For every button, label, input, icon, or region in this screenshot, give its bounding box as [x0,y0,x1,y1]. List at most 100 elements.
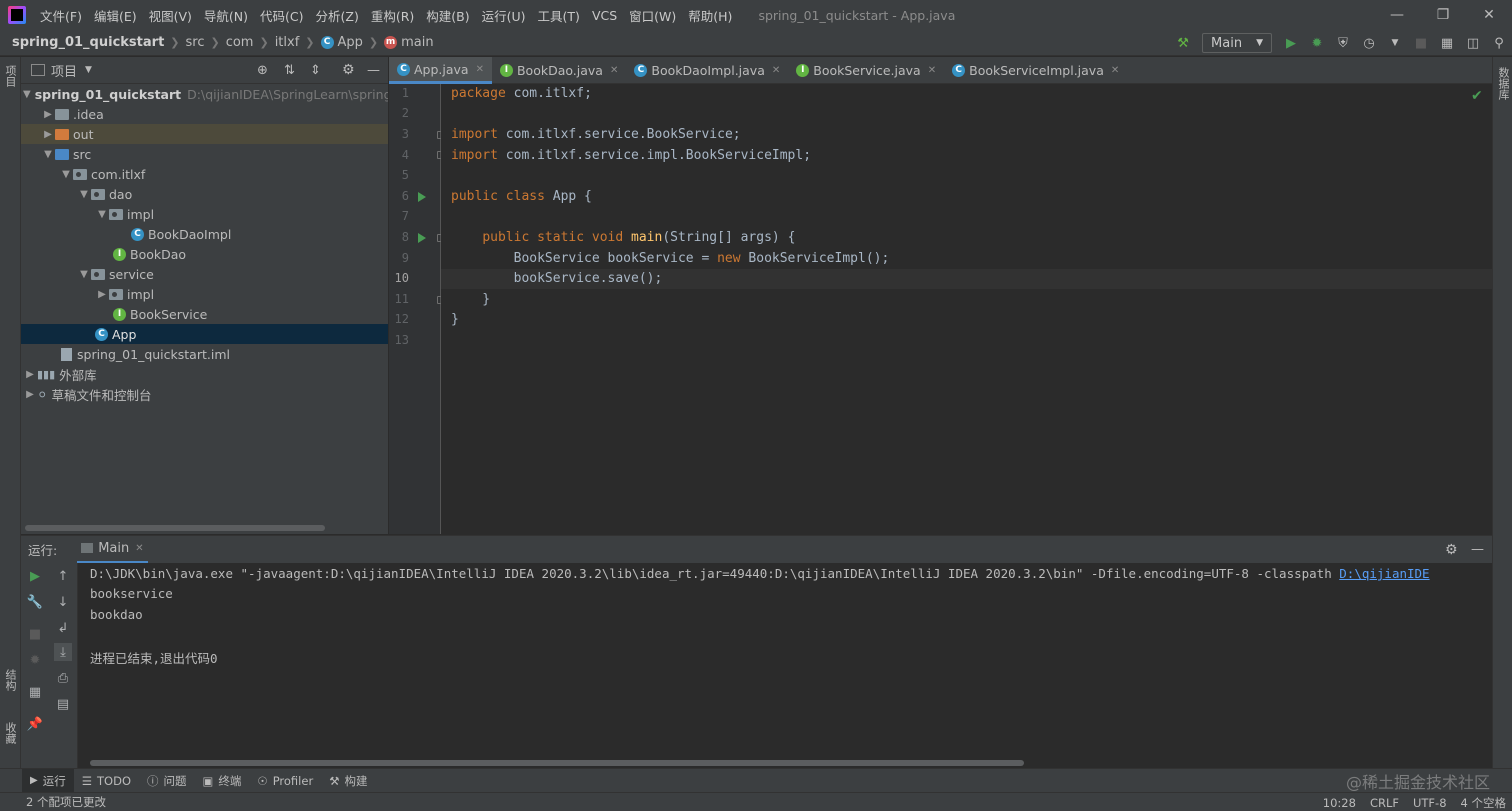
console-output[interactable]: D:\JDK\bin\java.exe "-javaagent:D:\qijia… [78,563,1492,768]
minimize-icon[interactable]: — [1374,0,1420,30]
scroll-to-end-icon[interactable]: ⤓ [54,643,72,661]
breadcrumb-itlxf[interactable]: itlxf [275,35,300,50]
print-icon[interactable]: ⎙ [54,669,72,687]
inspection-ok-icon[interactable]: ✔ [1471,88,1483,104]
breadcrumb-main[interactable]: m main [384,35,434,50]
wrench-icon[interactable]: 🔧 [26,593,44,611]
menu-analyze[interactable]: 分析(Z) [310,6,365,25]
favorites-tool-tab[interactable]: 收藏 [2,722,18,744]
chevron-right-icon[interactable]: ▶ [41,109,55,120]
pin-icon[interactable]: 📌 [26,715,44,733]
hide-panel-icon[interactable]: — [367,63,380,78]
tree-item-bookservice[interactable]: I BookService [21,304,388,324]
menu-tools[interactable]: 工具(T) [532,6,586,25]
rerun-icon[interactable]: ▶ [26,567,44,585]
menu-build[interactable]: 构建(B) [420,6,475,25]
chevron-down-icon[interactable]: ▼ [41,149,55,160]
collapse-all-icon[interactable]: ⇕ [310,63,321,78]
tab-bookdaoimpl-java[interactable]: C BookDaoImpl.java ✕ [626,57,788,84]
project-horizontal-scrollbar[interactable] [25,525,325,531]
hide-panel-icon[interactable]: — [1471,542,1484,557]
project-tool-tab[interactable]: 项目 [2,65,18,87]
expand-all-icon[interactable]: ⇅ [284,63,295,78]
run-config-select[interactable]: Main ▼ [1202,33,1272,53]
code-lines[interactable]: package com.itlxf; import com.itlxf.serv… [441,84,1481,534]
close-tab-icon[interactable]: ✕ [1111,65,1119,76]
arrow-down-icon[interactable]: ↓ [54,593,72,611]
chevron-right-icon[interactable]: ▶ [95,289,109,300]
tree-item-iml[interactable]: spring_01_quickstart.iml [21,344,388,364]
close-window-icon[interactable]: ✕ [1466,0,1512,30]
tree-item-scratches[interactable]: ▶ ⚪ 草稿文件和控制台 [21,384,388,404]
close-tab-icon[interactable]: ✕ [135,543,143,554]
structure-tool-tab[interactable]: 结构 [2,669,18,691]
tool-problems[interactable]: ⓘ 问题 [139,769,195,793]
coverage-icon[interactable]: ⛨ [1332,32,1354,54]
menu-file[interactable]: 文件(F) [34,6,88,25]
arrow-up-icon[interactable]: ↑ [54,567,72,585]
close-tab-icon[interactable]: ✕ [772,65,780,76]
close-tab-icon[interactable]: ✕ [476,64,484,75]
run-gutter-icon[interactable] [418,192,426,202]
tool-run[interactable]: ▶ 运行 [22,768,74,793]
chevron-down-icon[interactable]: ▼ [77,189,91,200]
run-tab-main[interactable]: Main ✕ [77,536,148,564]
soft-wrap-icon[interactable]: ↲ [54,619,72,637]
tree-item-app[interactable]: C App [21,324,388,344]
menu-help[interactable]: 帮助(H) [682,6,738,25]
breadcrumb-src[interactable]: src [186,35,205,50]
menu-code[interactable]: 代码(C) [254,6,309,25]
indent-setting[interactable]: 4 个空格 [1461,795,1506,811]
menu-run[interactable]: 运行(U) [476,6,532,25]
chevron-down-icon[interactable]: ▼ [77,269,91,280]
tab-bookservice-java[interactable]: I BookService.java ✕ [788,57,944,84]
chevron-down-icon[interactable]: ▼ [85,65,92,75]
caret-position[interactable]: 10:28 [1323,796,1356,810]
menu-edit[interactable]: 编辑(E) [88,6,143,25]
tree-item-project-root[interactable]: ▼ spring_01_quickstart D:\qijianIDEA\Spr… [21,84,388,104]
trash-icon[interactable]: ▤ [54,695,72,713]
menu-window[interactable]: 窗口(W) [623,6,682,25]
database-tool-tab[interactable]: 数据库 [1495,67,1511,100]
stop-icon[interactable]: ■ [1410,32,1432,54]
more-run-icon[interactable]: ▼ [1384,32,1406,54]
tree-item-com-itlxf[interactable]: ▼ com.itlxf [21,164,388,184]
close-tab-icon[interactable]: ✕ [610,65,618,76]
run-icon[interactable]: ▶ [1280,32,1302,54]
project-view-title[interactable]: 项目 [51,61,77,80]
menu-refactor[interactable]: 重构(R) [365,6,420,25]
tree-item-bookdaoimpl[interactable]: C BookDaoImpl [21,224,388,244]
tool-terminal[interactable]: ▣ 终端 [195,769,250,793]
tree-item-src[interactable]: ▼ src [21,144,388,164]
search-icon[interactable]: ⚲ [1488,32,1510,54]
chevron-right-icon[interactable]: ▶ [41,129,55,140]
chevron-right-icon[interactable]: ▶ [23,389,37,400]
tree-item-dao[interactable]: ▼ dao [21,184,388,204]
restore-icon[interactable]: ❐ [1420,0,1466,30]
gear-icon[interactable]: ⚙ [342,62,355,78]
line-separator[interactable]: CRLF [1370,796,1399,810]
file-encoding[interactable]: UTF-8 [1413,796,1447,810]
tool-profiler[interactable]: ☉ Profiler [249,769,321,793]
classpath-link[interactable]: D:\qijianIDE [1339,566,1429,581]
tool-todo[interactable]: ☰ TODO [74,769,139,793]
tree-item-dao-impl[interactable]: ▼ impl [21,204,388,224]
debug-icon[interactable]: ✹ [1306,32,1328,54]
menu-view[interactable]: 视图(V) [143,6,198,25]
breadcrumb-app[interactable]: C App [320,35,363,50]
tree-item-external-libs[interactable]: ▶ ▮▮▮ 外部库 [21,364,388,384]
tab-bookserviceimpl-java[interactable]: C BookServiceImpl.java ✕ [944,57,1127,84]
close-tab-icon[interactable]: ✕ [928,65,936,76]
tree-item-service[interactable]: ▼ service [21,264,388,284]
tree-item-idea[interactable]: ▶ .idea [21,104,388,124]
chevron-down-icon[interactable]: ▼ [95,209,109,220]
status-message[interactable]: 2 个配项已更改 [26,794,106,810]
chevron-right-icon[interactable]: ▶ [23,369,37,380]
restore-layout-icon[interactable]: ✹ [26,651,44,669]
menu-vcs[interactable]: VCS [586,8,623,23]
tool-build[interactable]: ⚒ 构建 [321,769,375,793]
tree-item-bookdao[interactable]: I BookDao [21,244,388,264]
tree-item-out[interactable]: ▶ out [21,124,388,144]
tree-item-service-impl[interactable]: ▶ impl [21,284,388,304]
console-horizontal-scrollbar[interactable] [90,760,1024,766]
